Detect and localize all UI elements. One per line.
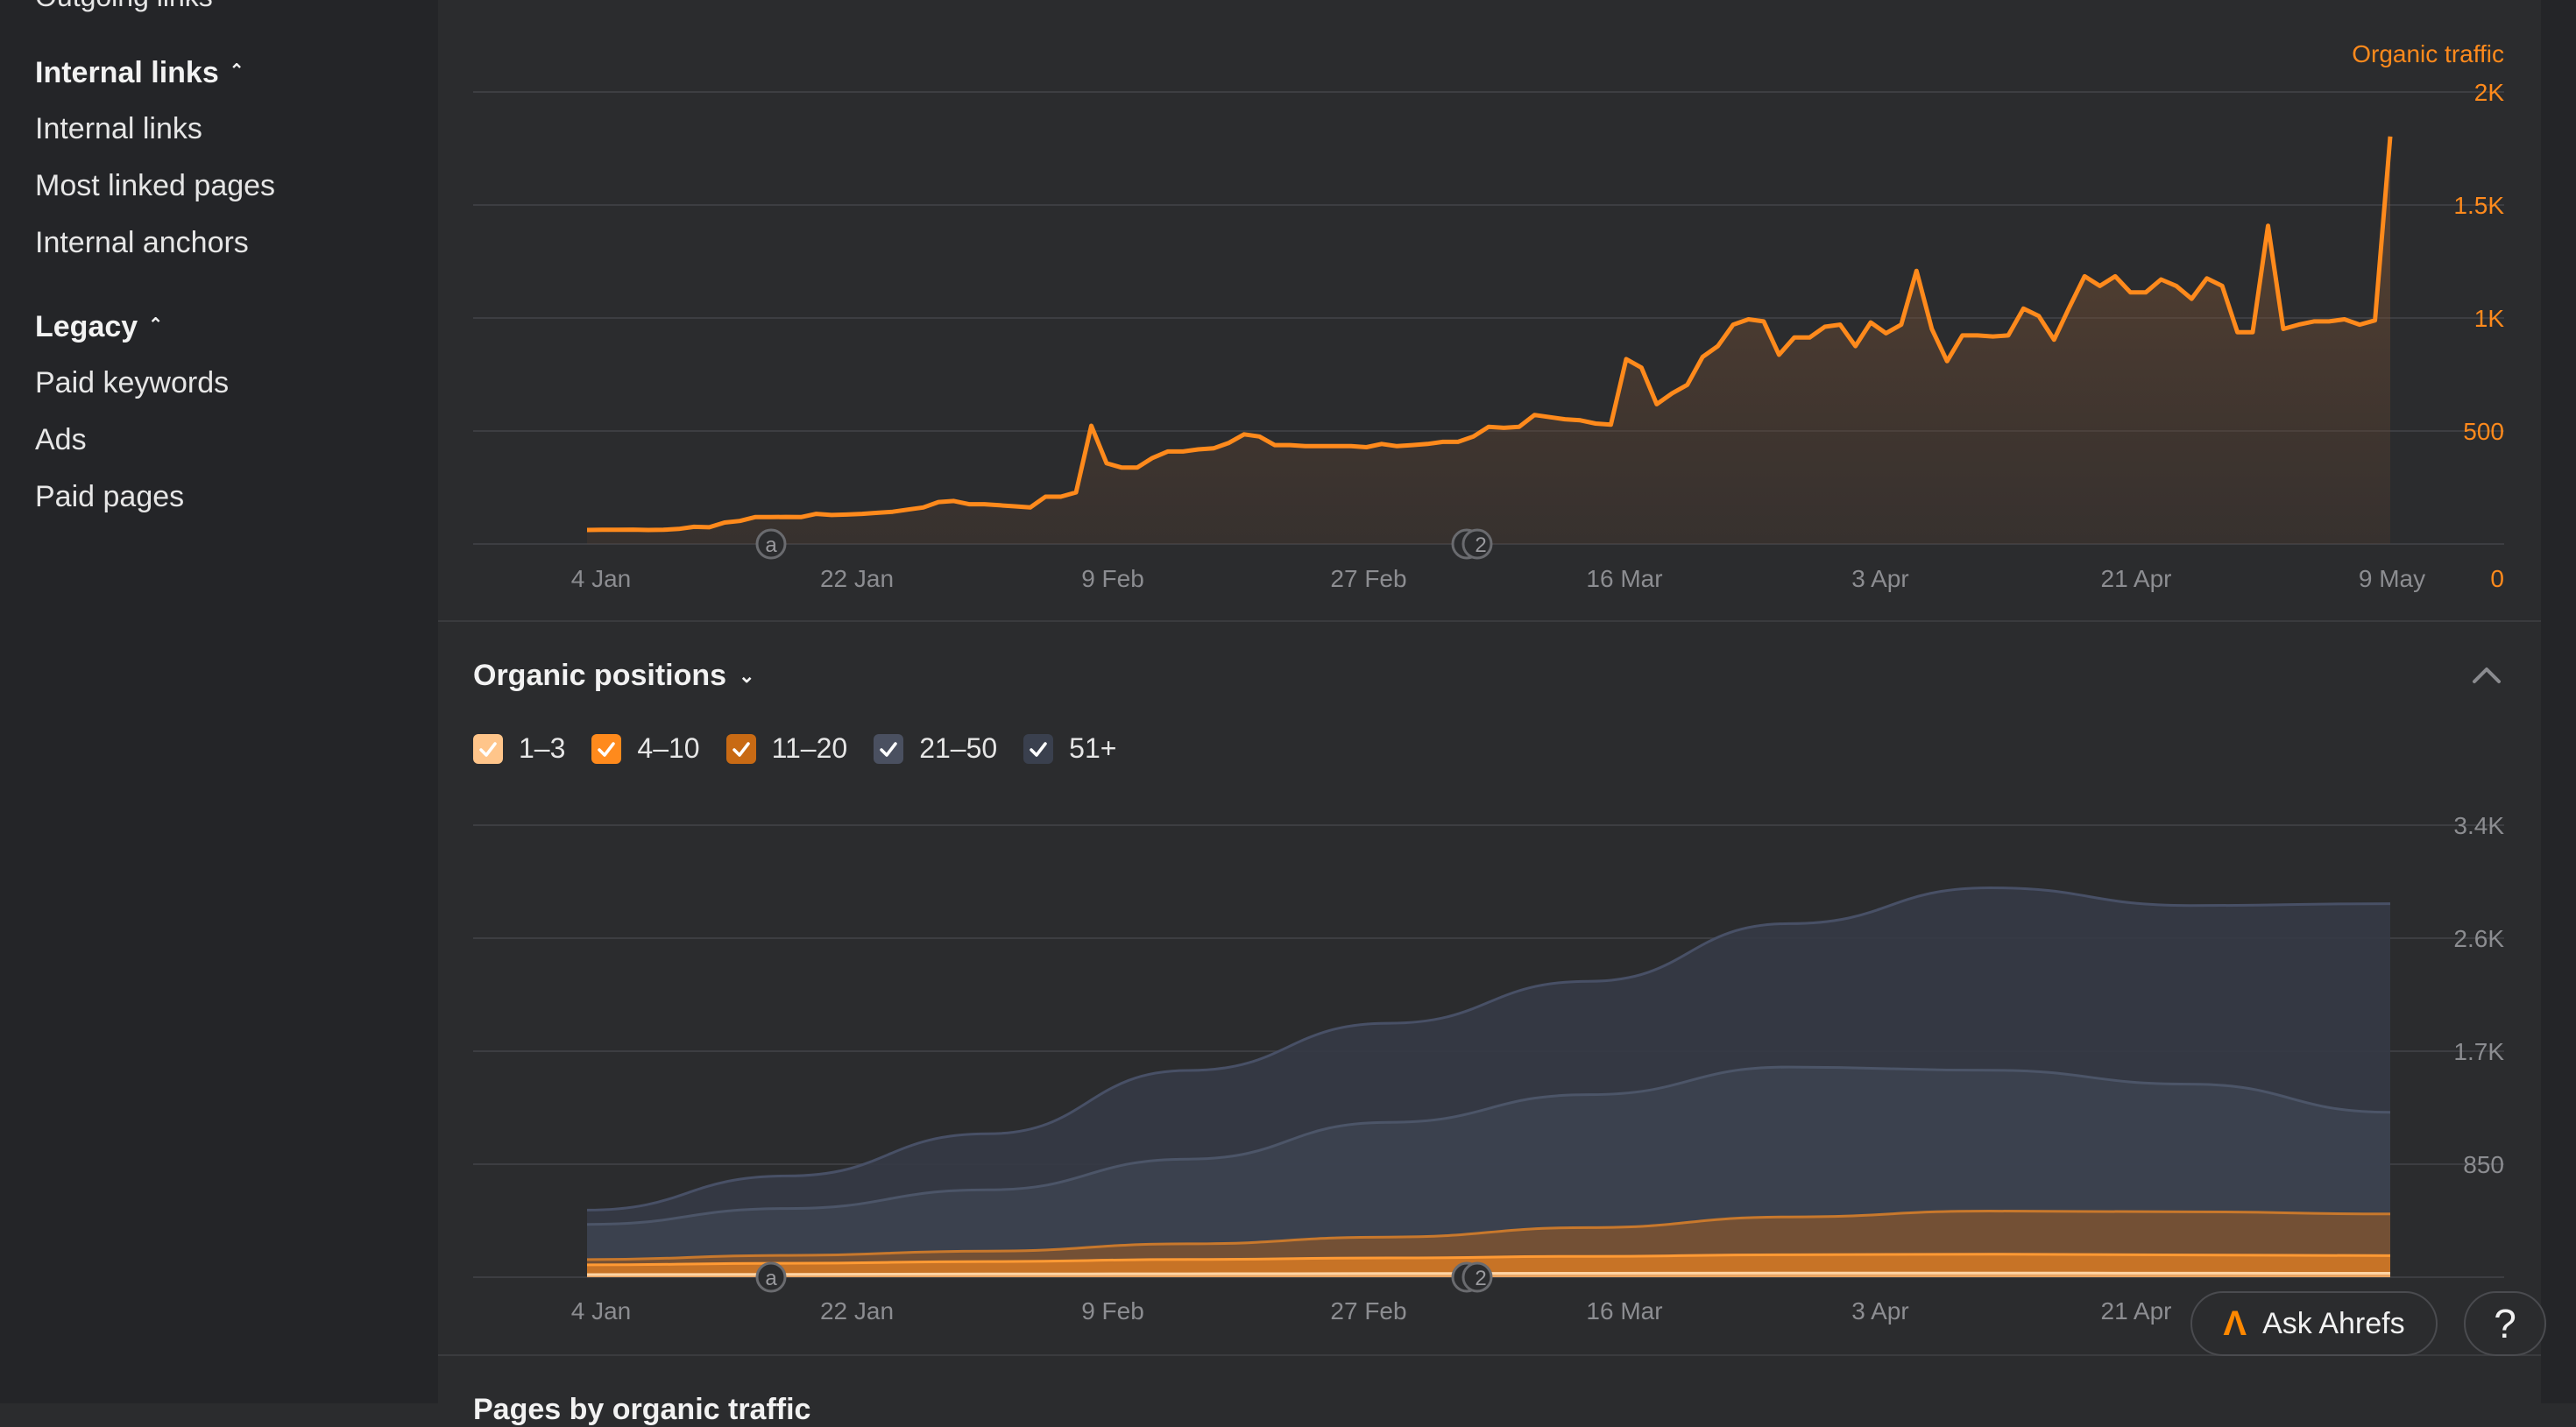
legend-toggle-51-plus[interactable]: 51+ [1023,732,1116,765]
x-tick-label: 3 Apr [1851,565,1908,592]
ask-ahrefs-button[interactable]: Λ Ask Ahrefs [2190,1291,2438,1356]
x-tick-label: 16 Mar [1586,1297,1662,1325]
checkbox-checked-icon[interactable] [874,733,904,764]
legend-toggle-1-3[interactable]: 1–3 [473,732,565,765]
sidebar-item-internal-anchors[interactable]: Internal anchors [35,226,249,260]
organic-positions-chart: 4 Jan 22 Jan 9 Feb 27 Feb 16 Mar 3 Apr 21 Apr … [473,812,2504,1325]
y-tick-label: 1K [2474,305,2505,332]
annotation-marker-a[interactable]: a [755,528,787,560]
chevron-down-icon: ⌄ [739,664,755,687]
x-tick-label: 9 Feb [1081,565,1144,592]
legend-toggle-21-50[interactable]: 21–50 [874,732,997,765]
checkbox-checked-icon[interactable] [725,733,756,764]
x-tick-label: 16 Mar [1586,565,1662,592]
y-tick-label: 2K [2474,79,2505,106]
chevron-up-icon: ⌃ [229,61,244,81]
checkbox-checked-icon[interactable] [1023,733,1054,764]
positions-legend: 1–3 4–10 11–20 21–50 51+ [473,732,1116,765]
y-tick-label: 1.7K [2453,1038,2504,1065]
sidebar-section-internal-links[interactable]: Internal links ⌃ [35,56,244,90]
sidebar-section-title: Legacy [35,310,138,343]
ahrefs-logo-icon: Λ [2223,1303,2247,1343]
y-tick-label: 2.6K [2453,925,2504,952]
legend-label: 1–3 [519,732,566,764]
annotation-marker-a[interactable]: a [755,1261,787,1293]
svg-text:a: a [765,533,777,557]
sidebar-item-most-linked-pages[interactable]: Most linked pages [35,169,275,203]
y-tick-label: 850 [2463,1151,2504,1178]
ask-ahrefs-label: Ask Ahrefs [2262,1306,2405,1340]
y-tick-label: 3.4K [2453,812,2504,839]
x-tick-label: 27 Feb [1330,1297,1406,1325]
organic-positions-title[interactable]: Organic positions ⌄ [473,659,754,693]
y-tick-label: 0 [2490,565,2504,592]
collapse-chevron-up-icon[interactable] [2469,659,2504,694]
sidebar-item-ads[interactable]: Ads [35,423,87,457]
legend-label: 11–20 [771,732,848,764]
sidebar-section-title: Internal links [35,56,219,89]
x-tick-label: 22 Jan [820,565,894,592]
x-tick-label: 4 Jan [571,1297,632,1325]
x-tick-label: 21 Apr [2101,565,2172,592]
legend-label: 51+ [1069,732,1117,764]
svg-text:2: 2 [1475,533,1486,557]
organic-traffic-chart: 4 Jan 22 Jan 9 Feb 27 Feb 16 Mar 3 Apr 21 Apr 9… [473,40,2505,592]
legend-label: 21–50 [919,732,998,764]
sidebar-item-internal-links[interactable]: Internal links [35,112,202,146]
checkbox-checked-icon[interactable] [473,733,503,764]
sidebar-item-paid-pages[interactable]: Paid pages [35,480,184,514]
sidebar-section-legacy[interactable]: Legacy ⌃ [35,310,163,344]
section-title: Organic positions [473,659,727,692]
x-tick-label: 9 May [2359,565,2425,592]
svg-text:2: 2 [1475,1267,1486,1290]
sidebar-item-outgoing-links[interactable]: Outgoing links [35,0,213,13]
section-divider [438,620,2541,622]
traffic-area [587,136,2390,545]
checkbox-checked-icon[interactable] [591,733,622,764]
annotation-marker-2[interactable]: 2 [1451,1261,1493,1293]
x-tick-label: 21 Apr [2101,1297,2172,1325]
help-button[interactable]: ? [2464,1291,2546,1356]
legend-toggle-4-10[interactable]: 4–10 [591,732,700,765]
svg-text:a: a [765,1267,777,1290]
series-label: Organic traffic [2352,40,2504,67]
x-tick-label: 4 Jan [571,565,632,592]
scrollbar-track[interactable] [2541,0,2576,1403]
legend-toggle-11-20[interactable]: 11–20 [725,732,848,765]
annotation-marker-2[interactable]: 2 [1451,528,1493,560]
chevron-up-icon: ⌃ [148,315,163,335]
y-tick-label: 500 [2463,418,2504,445]
x-tick-label: 22 Jan [820,1297,894,1325]
pages-by-traffic-title: Pages by organic traffic [473,1393,811,1426]
x-tick-label: 9 Feb [1081,1297,1144,1325]
x-tick-label: 27 Feb [1330,565,1406,592]
legend-label: 4–10 [637,732,700,764]
sidebar: Outgoing links Internal links ⌃ Internal… [0,0,438,1403]
y-tick-label: 1.5K [2453,192,2504,219]
x-tick-label: 3 Apr [1851,1297,1908,1325]
sidebar-item-paid-keywords[interactable]: Paid keywords [35,366,229,400]
